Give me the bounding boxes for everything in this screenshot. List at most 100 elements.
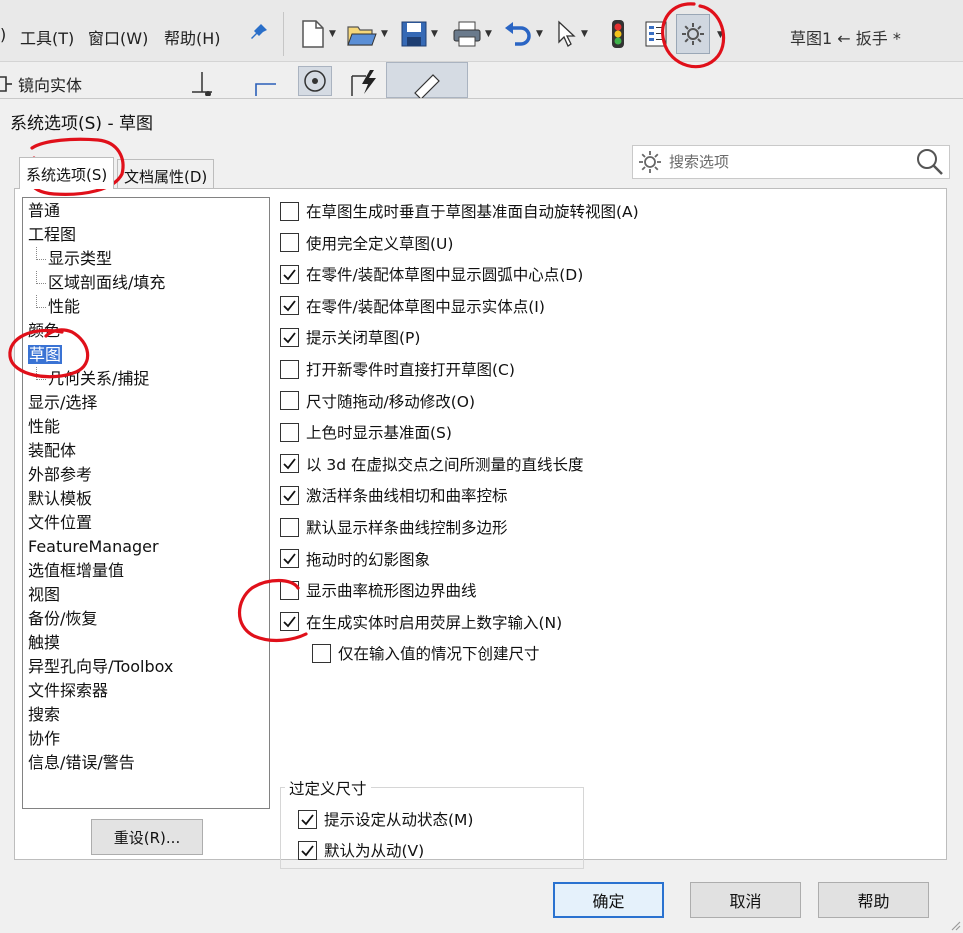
- chevron-down-icon[interactable]: ▼: [431, 29, 438, 39]
- option-checkbox[interactable]: [280, 264, 299, 284]
- search-box[interactable]: [632, 145, 950, 179]
- print-button[interactable]: ▼: [452, 18, 492, 50]
- tree-item[interactable]: 触摸: [23, 631, 269, 655]
- tree-item[interactable]: 区域剖面线/填充: [23, 271, 269, 295]
- chevron-down-icon[interactable]: ▼: [717, 30, 724, 40]
- options-tree[interactable]: 普通 工程图 显示类型 区域剖面线/填充 性能 颜色 草图 几何关系/捕捉 显示/选择 性能 装配体…: [22, 197, 270, 809]
- option-checkbox[interactable]: [280, 233, 299, 253]
- tree-item[interactable]: 普通: [23, 199, 269, 223]
- option-checkbox[interactable]: [280, 327, 299, 347]
- option-row[interactable]: 在零件/装配体草图中显示圆弧中心点(D): [280, 261, 583, 287]
- option-row[interactable]: 使用完全定义草图(U): [280, 230, 453, 256]
- cancel-button[interactable]: 取消: [690, 882, 801, 918]
- tree-item[interactable]: 协作: [23, 727, 269, 751]
- tree-item[interactable]: 选值框增量值: [23, 559, 269, 583]
- option-checkbox[interactable]: [280, 549, 299, 569]
- pin-icon[interactable]: [249, 22, 269, 47]
- chevron-down-icon[interactable]: ▼: [536, 29, 543, 39]
- menu-help[interactable]: 帮助(H): [164, 25, 221, 49]
- tree-item[interactable]: FeatureManager: [23, 535, 269, 559]
- chevron-down-icon[interactable]: ▼: [485, 29, 492, 39]
- tree-item[interactable]: 草图: [23, 343, 269, 367]
- tree-item[interactable]: 外部参考: [23, 463, 269, 487]
- tree-item[interactable]: 文件探索器: [23, 679, 269, 703]
- checkmark-icon: [283, 553, 296, 565]
- option-row[interactable]: 仅在输入值的情况下创建尺寸: [312, 640, 540, 666]
- chevron-down-icon[interactable]: ▼: [581, 29, 588, 39]
- option-label: 拖动时的幻影图象: [306, 550, 431, 569]
- menu-tools[interactable]: 工具(T): [20, 25, 74, 49]
- rebuild-button[interactable]: [608, 18, 628, 50]
- options-button[interactable]: [676, 14, 710, 54]
- option-row[interactable]: 默认为从动(V): [298, 837, 424, 863]
- option-row[interactable]: 尺寸随拖动/移动修改(O): [280, 388, 475, 414]
- tree-item[interactable]: 文件位置: [23, 511, 269, 535]
- option-row[interactable]: 拖动时的幻影图象: [280, 546, 430, 572]
- option-checkbox[interactable]: [280, 422, 299, 442]
- help-button[interactable]: 帮助: [818, 882, 929, 918]
- command-bar: 镜向实体: [0, 62, 963, 104]
- option-checkbox[interactable]: [298, 840, 317, 860]
- tree-item[interactable]: 信息/错误/警告: [23, 751, 269, 775]
- relation-tool[interactable]: [186, 66, 220, 97]
- option-row[interactable]: 激活样条曲线相切和曲率控标: [280, 482, 508, 508]
- file-properties-button[interactable]: [644, 18, 668, 50]
- circle-tool[interactable]: [298, 66, 332, 96]
- tree-item[interactable]: 性能: [23, 415, 269, 439]
- option-checkbox[interactable]: [280, 359, 299, 379]
- option-checkbox[interactable]: [280, 391, 299, 411]
- search-input[interactable]: [665, 147, 915, 177]
- option-checkbox[interactable]: [312, 643, 331, 663]
- option-row[interactable]: 上色时显示基准面(S): [280, 419, 452, 445]
- option-row[interactable]: 在草图生成时垂直于草图基准面自动旋转视图(A): [280, 198, 639, 224]
- option-checkbox[interactable]: [280, 201, 299, 221]
- option-checkbox[interactable]: [280, 296, 299, 316]
- option-row[interactable]: 提示关闭草图(P): [280, 324, 420, 350]
- tab-system-options[interactable]: 系统选项(S): [19, 157, 115, 189]
- mirror-entities-button[interactable]: 镜向实体: [0, 72, 82, 96]
- search-icon[interactable]: [915, 147, 945, 177]
- chevron-down-icon[interactable]: ▼: [329, 29, 336, 39]
- option-checkbox[interactable]: [298, 809, 317, 829]
- select-button[interactable]: ▼: [556, 18, 588, 50]
- option-checkbox[interactable]: [280, 454, 299, 474]
- option-label: 激活样条曲线相切和曲率控标: [306, 487, 508, 506]
- reset-button[interactable]: 重设(R)...: [91, 819, 203, 855]
- ok-button[interactable]: 确定: [553, 882, 664, 918]
- resize-grip-icon[interactable]: [949, 919, 961, 931]
- new-document-button[interactable]: ▼: [300, 18, 336, 50]
- tree-item[interactable]: 默认模板: [23, 487, 269, 511]
- sketch-tool[interactable]: [386, 62, 468, 100]
- option-row[interactable]: 在零件/装配体草图中显示实体点(I): [280, 293, 545, 319]
- tree-item[interactable]: 视图: [23, 583, 269, 607]
- option-row[interactable]: 默认显示样条曲线控制多边形: [280, 514, 508, 540]
- rectangle-tool[interactable]: [248, 66, 282, 104]
- save-button[interactable]: ▼: [400, 18, 438, 50]
- menu-window[interactable]: 窗口(W): [88, 25, 148, 49]
- tree-item[interactable]: 备份/恢复: [23, 607, 269, 631]
- tree-item[interactable]: 几何关系/捕捉: [23, 367, 269, 391]
- smart-dimension-tool[interactable]: [348, 66, 382, 96]
- option-row[interactable]: 提示设定从动状态(M): [298, 806, 473, 832]
- option-checkbox[interactable]: [280, 580, 299, 600]
- chevron-down-icon[interactable]: ▼: [381, 29, 388, 39]
- option-label: 在草图生成时垂直于草图基准面自动旋转视图(A): [306, 203, 639, 221]
- option-checkbox[interactable]: [280, 612, 299, 632]
- tab-document-properties[interactable]: 文档属性(D): [117, 159, 215, 189]
- tree-item[interactable]: 性能: [23, 295, 269, 319]
- option-row[interactable]: 在生成实体时启用荧屏上数字输入(N): [280, 609, 562, 635]
- tree-item[interactable]: 搜索: [23, 703, 269, 727]
- tree-item[interactable]: 颜色: [23, 319, 269, 343]
- tree-item[interactable]: 异型孔向导/Toolbox: [23, 655, 269, 679]
- tree-item[interactable]: 工程图: [23, 223, 269, 247]
- option-row[interactable]: 打开新零件时直接打开草图(C): [280, 356, 515, 382]
- tree-item[interactable]: 装配体: [23, 439, 269, 463]
- tree-item[interactable]: 显示类型: [23, 247, 269, 271]
- undo-button[interactable]: ▼: [503, 18, 543, 50]
- open-button[interactable]: ▼: [346, 18, 388, 50]
- option-checkbox[interactable]: [280, 517, 299, 537]
- option-row[interactable]: 以 3d 在虚拟交点之间所测量的直线长度: [280, 451, 584, 477]
- tree-item[interactable]: 显示/选择: [23, 391, 269, 415]
- option-row[interactable]: 显示曲率梳形图边界曲线: [280, 577, 477, 603]
- option-checkbox[interactable]: [280, 485, 299, 505]
